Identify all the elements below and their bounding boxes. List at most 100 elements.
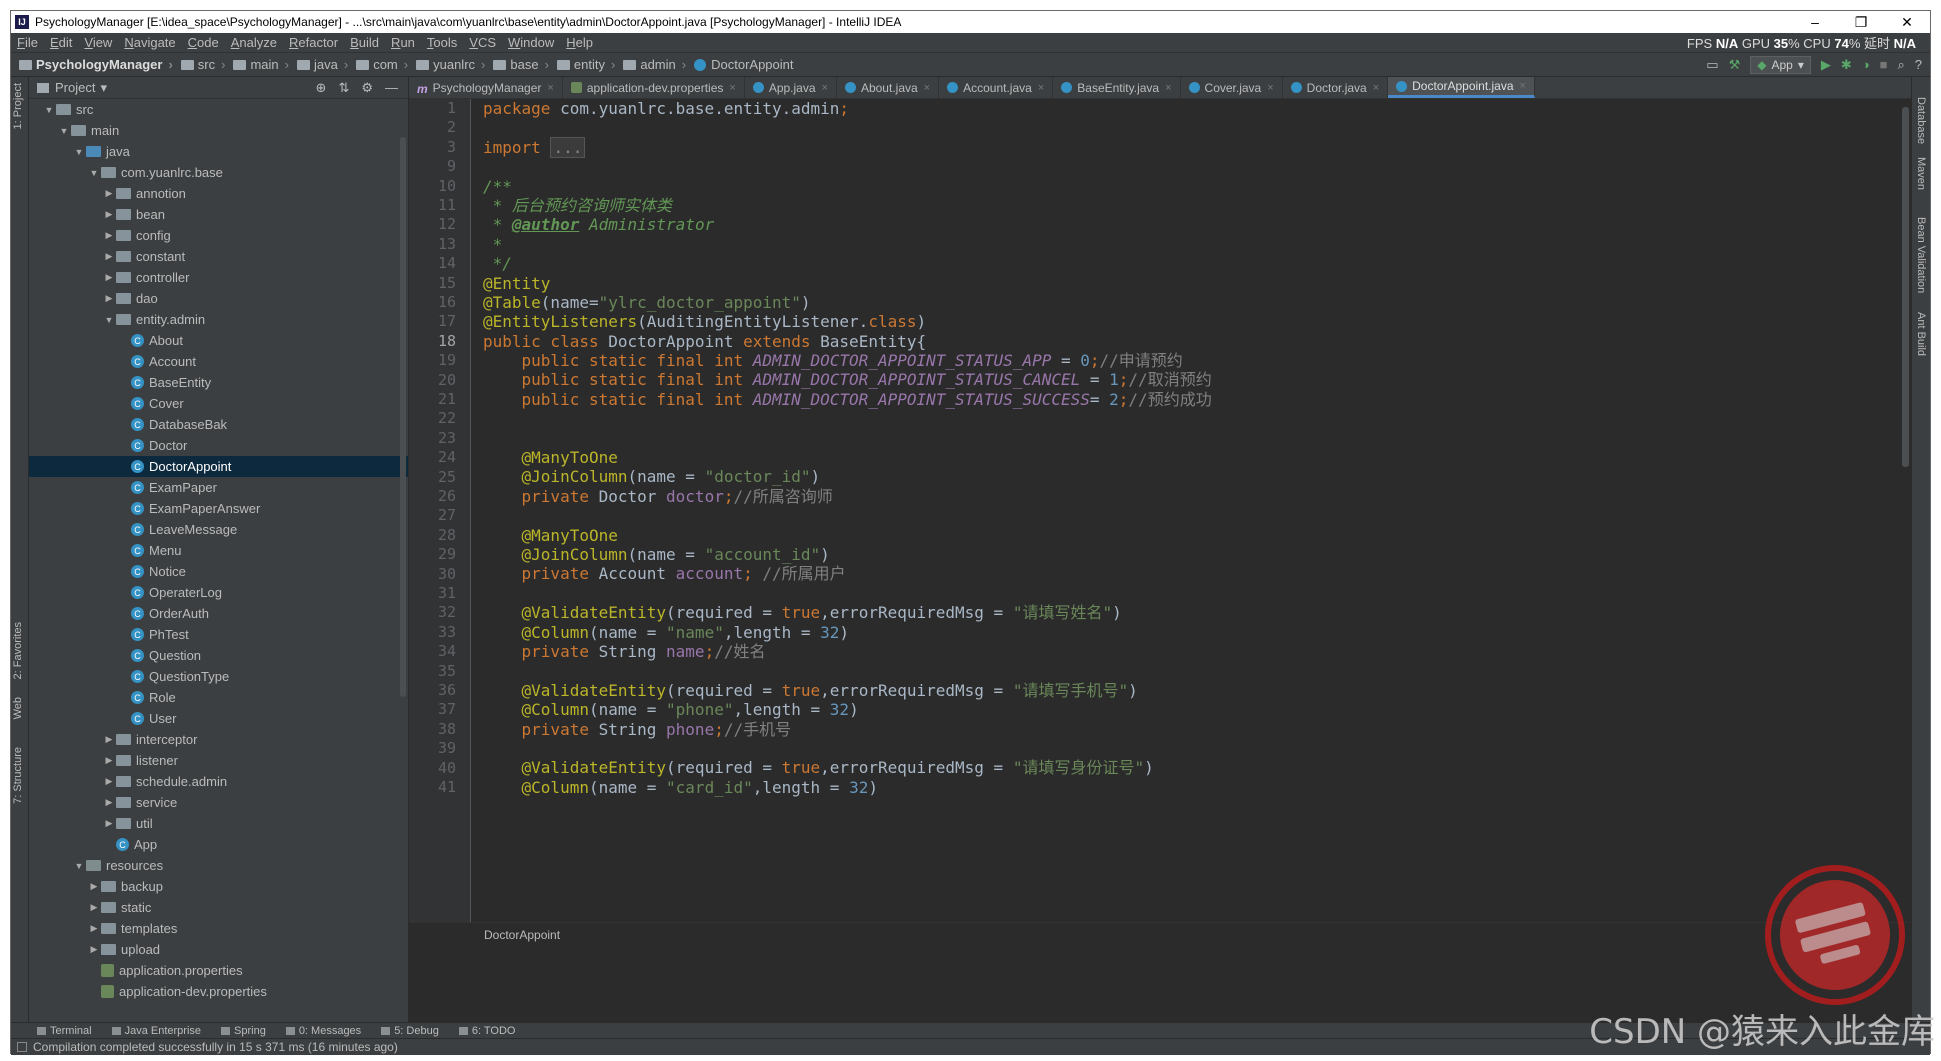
tree-node[interactable]: ▶ backup bbox=[29, 876, 408, 897]
close-button[interactable]: ✕ bbox=[1884, 11, 1930, 33]
collapsed-arrow-icon[interactable]: ▶ bbox=[102, 755, 116, 766]
close-tab-icon[interactable]: × bbox=[1373, 82, 1379, 94]
breadcrumb-item[interactable]: main › bbox=[229, 57, 293, 72]
collapsed-arrow-icon[interactable]: ▶ bbox=[87, 944, 101, 955]
expanded-arrow-icon[interactable]: ▼ bbox=[72, 147, 86, 157]
debug-icon[interactable]: ✱ bbox=[1841, 57, 1852, 73]
tree-node[interactable]: ▶ annotion bbox=[29, 183, 408, 204]
menu-vcs[interactable]: VCS bbox=[463, 35, 502, 50]
tool-window-button[interactable]: Java Enterprise bbox=[111, 1025, 201, 1037]
code-line[interactable]: package com.yuanlrc.base.entity.admin; bbox=[471, 99, 1913, 118]
tree-node[interactable]: ▼ java bbox=[29, 141, 408, 162]
menu-refactor[interactable]: Refactor bbox=[283, 35, 344, 50]
code-line[interactable] bbox=[471, 409, 1913, 428]
collapse-all-icon[interactable]: ⇅ bbox=[338, 80, 349, 96]
collapsed-arrow-icon[interactable]: ▶ bbox=[102, 272, 116, 283]
bean-validation-tool-button[interactable]: Bean Validation bbox=[1915, 217, 1927, 293]
tree-node[interactable]: C Menu bbox=[29, 540, 408, 561]
tree-node[interactable]: C Notice bbox=[29, 561, 408, 582]
tree-node[interactable]: ▶ listener bbox=[29, 750, 408, 771]
tree-node[interactable]: C PhTest bbox=[29, 624, 408, 645]
tree-node[interactable]: ▼ entity.admin bbox=[29, 309, 408, 330]
tree-node[interactable]: application.properties bbox=[29, 960, 408, 981]
code-line[interactable]: private String phone;//手机号 bbox=[471, 720, 1913, 739]
expanded-arrow-icon[interactable]: ▼ bbox=[87, 168, 101, 178]
tree-node[interactable]: C ExamPaperAnswer bbox=[29, 498, 408, 519]
tool-window-button[interactable]: Terminal bbox=[37, 1025, 92, 1037]
code-line[interactable] bbox=[471, 584, 1913, 603]
tree-node[interactable]: application-dev.properties bbox=[29, 981, 408, 1002]
collapsed-arrow-icon[interactable]: ▶ bbox=[87, 923, 101, 934]
code-line[interactable]: private Doctor doctor;//所属咨询师 bbox=[471, 487, 1913, 506]
code-line[interactable]: @Column(name = "phone",length = 32) bbox=[471, 700, 1913, 719]
code-line[interactable] bbox=[471, 739, 1913, 758]
code-line[interactable] bbox=[471, 661, 1913, 680]
tree-node[interactable]: C LeaveMessage bbox=[29, 519, 408, 540]
code-line[interactable]: @Column(name = "card_id",length = 32) bbox=[471, 778, 1913, 797]
breadcrumb-item[interactable]: DoctorAppoint bbox=[690, 57, 797, 72]
collapsed-arrow-icon[interactable]: ▶ bbox=[102, 797, 116, 808]
project-tool-button[interactable]: 1: Project bbox=[12, 83, 24, 129]
breadcrumb-item[interactable]: com › bbox=[352, 57, 412, 72]
tree-node[interactable]: ▼ com.yuanlrc.base bbox=[29, 162, 408, 183]
menu-window[interactable]: Window bbox=[502, 35, 560, 50]
editor-tab[interactable]: About.java × bbox=[837, 77, 940, 98]
chevron-down-icon[interactable]: ▾ bbox=[100, 80, 107, 96]
tree-node[interactable]: C Question bbox=[29, 645, 408, 666]
run-config-select[interactable]: ◆ App ▾ bbox=[1750, 55, 1811, 74]
help-icon[interactable]: ? bbox=[1915, 57, 1922, 72]
editor-breadcrumb[interactable]: DoctorAppoint bbox=[409, 922, 1913, 946]
breadcrumb-item[interactable]: yuanlrc › bbox=[412, 57, 489, 72]
ant-build-tool-button[interactable]: Ant Build bbox=[1915, 312, 1927, 356]
tree-node[interactable]: C QuestionType bbox=[29, 666, 408, 687]
minimize-button[interactable]: – bbox=[1792, 11, 1838, 33]
code-line[interactable]: @Column(name = "name",length = 32) bbox=[471, 623, 1913, 642]
database-tool-button[interactable]: Database bbox=[1915, 97, 1927, 144]
tree-node[interactable]: ▶ service bbox=[29, 792, 408, 813]
collapsed-arrow-icon[interactable]: ▶ bbox=[102, 734, 116, 745]
menu-tools[interactable]: Tools bbox=[421, 35, 463, 50]
tree-node[interactable]: ▶ bean bbox=[29, 204, 408, 225]
menu-edit[interactable]: Edit bbox=[44, 35, 78, 50]
code-line[interactable]: @JoinColumn(name = "doctor_id") bbox=[471, 467, 1913, 486]
tree-node[interactable]: ▶ dao bbox=[29, 288, 408, 309]
collapsed-arrow-icon[interactable]: ▶ bbox=[102, 776, 116, 787]
editor-scrollbar[interactable] bbox=[1902, 107, 1909, 467]
code-line[interactable]: @EntityListeners(AuditingEntityListener.… bbox=[471, 312, 1913, 331]
maximize-button[interactable]: ❐ bbox=[1838, 11, 1884, 33]
editor-tab[interactable]: DoctorAppoint.java × bbox=[1388, 77, 1535, 98]
tree-node[interactable]: ▶ templates bbox=[29, 918, 408, 939]
tree-node[interactable]: C DatabaseBak bbox=[29, 414, 408, 435]
code-line[interactable]: */ bbox=[471, 254, 1913, 273]
breadcrumb-item[interactable]: src › bbox=[177, 57, 230, 72]
tree-node[interactable]: ▶ upload bbox=[29, 939, 408, 960]
collapsed-arrow-icon[interactable]: ▶ bbox=[102, 251, 116, 262]
code-line[interactable]: public static final int ADMIN_DOCTOR_APP… bbox=[471, 390, 1913, 409]
menu-analyze[interactable]: Analyze bbox=[225, 35, 283, 50]
tree-node[interactable]: C Cover bbox=[29, 393, 408, 414]
close-tab-icon[interactable]: × bbox=[1520, 80, 1526, 92]
code-line[interactable]: private String name;//姓名 bbox=[471, 642, 1913, 661]
gear-icon[interactable]: ⚙ bbox=[361, 80, 373, 96]
code-line[interactable]: import ... bbox=[471, 136, 1913, 158]
editor-tab[interactable]: BaseEntity.java × bbox=[1053, 77, 1181, 98]
tree-node[interactable]: ▼ resources bbox=[29, 855, 408, 876]
editor-tab[interactable]: application-dev.properties × bbox=[563, 77, 745, 98]
breadcrumb-item[interactable]: java › bbox=[293, 57, 352, 72]
collapsed-arrow-icon[interactable]: ▶ bbox=[102, 818, 116, 829]
code-line[interactable]: * @author Administrator bbox=[471, 215, 1913, 234]
tree-node[interactable]: C Role bbox=[29, 687, 408, 708]
code-line[interactable]: /** bbox=[471, 177, 1913, 196]
coverage-icon[interactable]: ◑ bbox=[1862, 57, 1870, 72]
tree-node[interactable]: ▶ interceptor bbox=[29, 729, 408, 750]
code-line[interactable]: @ValidateEntity(required = true,errorReq… bbox=[471, 758, 1913, 777]
close-tab-icon[interactable]: × bbox=[1267, 82, 1273, 94]
menu-navigate[interactable]: Navigate bbox=[118, 35, 181, 50]
close-tab-icon[interactable]: × bbox=[1165, 82, 1171, 94]
layout-icon[interactable]: ▭ bbox=[1706, 57, 1718, 73]
menu-file[interactable]: File bbox=[11, 35, 44, 50]
structure-tool-button[interactable]: 7: Structure bbox=[12, 747, 24, 804]
menu-help[interactable]: Help bbox=[560, 35, 599, 50]
tree-node[interactable]: ▼ main bbox=[29, 120, 408, 141]
web-tool-button[interactable]: Web bbox=[12, 697, 24, 719]
